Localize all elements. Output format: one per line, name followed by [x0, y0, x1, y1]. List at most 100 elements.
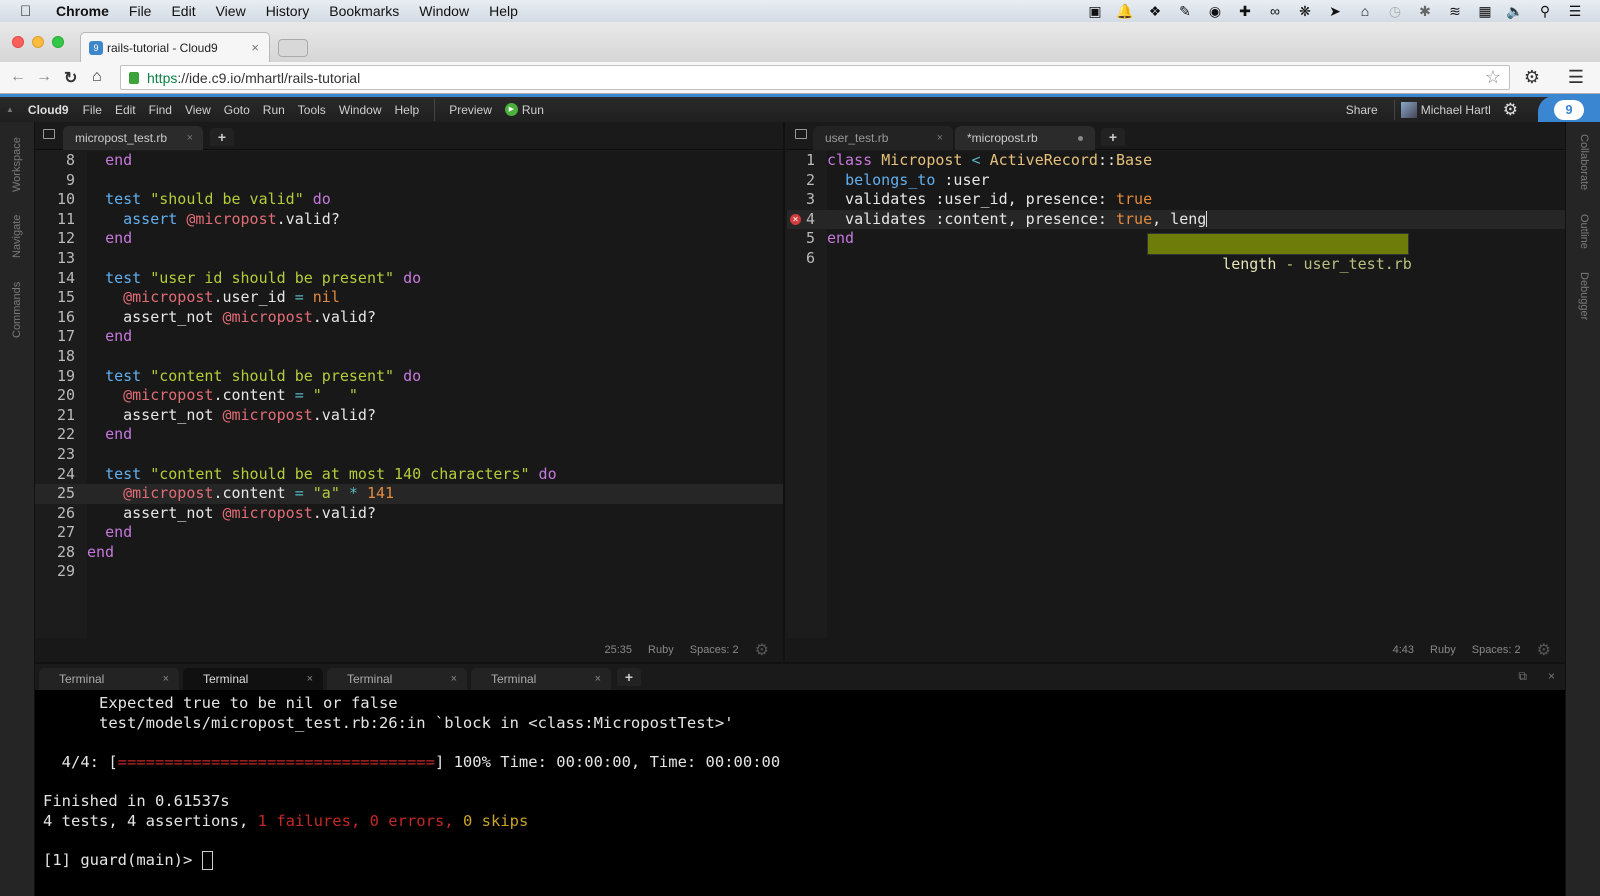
- share-button[interactable]: Share: [1346, 103, 1378, 117]
- tab-list-icon[interactable]: [795, 129, 807, 139]
- terminal-tab[interactable]: Terminal ×: [471, 668, 611, 690]
- terminal-tab-active[interactable]: Terminal ×: [183, 668, 323, 690]
- apple-icon[interactable]: : [20, 3, 38, 20]
- editor-settings-gear-icon[interactable]: ⚙: [755, 640, 769, 660]
- ide-menu-file[interactable]: File: [83, 103, 102, 117]
- code-line[interactable]: @micropost.content = " ": [87, 386, 783, 406]
- close-tab-icon[interactable]: ×: [451, 673, 457, 685]
- address-bar[interactable]: https ://ide.c9.io/mhartl/rails-tutorial…: [120, 65, 1510, 90]
- sidebar-item-workspace[interactable]: Workspace: [11, 137, 23, 192]
- bell-icon[interactable]: 🔔: [1116, 3, 1134, 20]
- cloud9-menu[interactable]: Cloud9: [28, 103, 69, 117]
- code-line[interactable]: end: [87, 327, 783, 347]
- new-tab-button[interactable]: +: [1101, 128, 1125, 146]
- home-icon[interactable]: ⌂: [1356, 3, 1374, 19]
- cursor-position[interactable]: 25:35: [605, 644, 633, 656]
- bluetooth-icon[interactable]: ✱: [1416, 3, 1434, 20]
- new-tab-button[interactable]: +: [210, 128, 234, 146]
- close-tab-icon[interactable]: ×: [307, 673, 313, 685]
- code-line[interactable]: assert_not @micropost.valid?: [87, 308, 783, 328]
- search-icon[interactable]: ⚲: [1536, 3, 1554, 20]
- tab-list-icon[interactable]: [43, 129, 55, 139]
- menu-bookmarks[interactable]: Bookmarks: [329, 3, 399, 19]
- ide-menu-goto[interactable]: Goto: [224, 103, 250, 117]
- autocomplete-suggestion[interactable]: length: [1222, 255, 1276, 273]
- code-editor[interactable]: 1 2 3 ✕ 4 5 6 class Micropost < ActiveRec…: [787, 151, 1565, 638]
- sidebar-item-debugger[interactable]: Debugger: [1578, 272, 1590, 320]
- code-line[interactable]: class Micropost < ActiveRecord::Base: [827, 151, 1565, 171]
- new-tab-button[interactable]: [278, 39, 308, 57]
- home-icon[interactable]: ⌂: [92, 68, 102, 86]
- code-line[interactable]: end: [87, 543, 783, 563]
- close-tab-icon[interactable]: ×: [595, 673, 601, 685]
- code-line[interactable]: @micropost.user_id = nil: [87, 288, 783, 308]
- preview-button[interactable]: Preview: [449, 103, 492, 117]
- zoom-window-button[interactable]: [52, 36, 64, 48]
- bowl-icon[interactable]: ◉: [1206, 3, 1224, 20]
- ide-menu-view[interactable]: View: [185, 103, 211, 117]
- ide-menu-tools[interactable]: Tools: [298, 103, 326, 117]
- terminal-tab[interactable]: Terminal ×: [39, 668, 179, 690]
- code-line[interactable]: [87, 249, 783, 269]
- code-line[interactable]: assert @micropost.valid?: [87, 210, 783, 230]
- forward-icon[interactable]: →: [36, 68, 52, 86]
- code-line[interactable]: assert_not @micropost.valid?: [87, 406, 783, 426]
- volume-icon[interactable]: 🔈: [1506, 3, 1524, 20]
- close-tab-icon[interactable]: ×: [251, 40, 259, 55]
- time-machine-icon[interactable]: ◷: [1386, 3, 1404, 20]
- terminal-prompt-line[interactable]: [1] guard(main)>: [43, 850, 1565, 871]
- code-content[interactable]: class Micropost < ActiveRecord::Base bel…: [827, 151, 1565, 638]
- code-line[interactable]: test "should be valid" do: [87, 190, 783, 210]
- bookmark-star-icon[interactable]: ☆: [1485, 67, 1501, 88]
- code-content[interactable]: end test "should be valid" do assert @mi…: [87, 151, 783, 638]
- code-line[interactable]: validates :user_id, presence: true: [827, 190, 1565, 210]
- menu-file[interactable]: File: [129, 3, 152, 19]
- menu-window[interactable]: Window: [419, 3, 469, 19]
- list-icon[interactable]: ☰: [1566, 3, 1584, 20]
- code-line[interactable]: end: [87, 151, 783, 171]
- tools-icon[interactable]: ✎: [1176, 3, 1194, 20]
- plus-icon[interactable]: ✚: [1236, 3, 1254, 20]
- ide-menu-run[interactable]: Run: [263, 103, 285, 117]
- code-line[interactable]: end: [87, 229, 783, 249]
- new-terminal-button[interactable]: +: [617, 668, 641, 686]
- code-line[interactable]: [87, 171, 783, 191]
- close-window-button[interactable]: [12, 36, 24, 48]
- ide-menu-edit[interactable]: Edit: [115, 103, 136, 117]
- dropbox-icon[interactable]: ❖: [1146, 3, 1164, 20]
- close-panel-icon[interactable]: ×: [1548, 669, 1555, 683]
- menu-app-chrome[interactable]: Chrome: [56, 3, 109, 19]
- menu-help[interactable]: Help: [489, 3, 518, 19]
- error-icon[interactable]: ✕: [790, 213, 801, 225]
- wifi-icon[interactable]: ≋: [1446, 3, 1464, 20]
- chrome-menu-icon[interactable]: ☰: [1568, 67, 1584, 88]
- menu-edit[interactable]: Edit: [171, 3, 195, 19]
- indent-setting[interactable]: Spaces: 2: [1472, 644, 1521, 656]
- reload-icon[interactable]: ↻: [64, 68, 77, 88]
- sidebar-item-collaborate[interactable]: Collaborate: [1578, 134, 1590, 190]
- browser-tab[interactable]: 9 rails-tutorial - Cloud9 ×: [80, 32, 270, 62]
- code-line[interactable]: test "content should be present" do: [87, 367, 783, 387]
- paw-icon[interactable]: ❋: [1296, 3, 1314, 20]
- sidebar-item-commands[interactable]: Commands: [11, 282, 23, 338]
- indent-setting[interactable]: Spaces: 2: [690, 644, 739, 656]
- sidebar-item-navigate[interactable]: Navigate: [11, 215, 23, 258]
- cursor-position[interactable]: 4:43: [1393, 644, 1414, 656]
- code-line[interactable]: end: [87, 425, 783, 445]
- infinity-icon[interactable]: ∞: [1266, 3, 1284, 19]
- menu-view[interactable]: View: [216, 3, 246, 19]
- close-tab-icon[interactable]: ×: [163, 673, 169, 685]
- syntax-mode[interactable]: Ruby: [1430, 644, 1456, 656]
- autocomplete-popup[interactable]: length - user_test.rb: [1147, 233, 1412, 273]
- run-button[interactable]: ▶ Run: [504, 103, 544, 117]
- code-editor[interactable]: 8 9 10 11 12 13 14 15 16 17 18 19 20 21 …: [35, 151, 783, 638]
- tab-user-test[interactable]: user_test.rb ×: [813, 126, 953, 150]
- arrow-icon[interactable]: ➤: [1326, 3, 1344, 20]
- terminal-tab[interactable]: Terminal ×: [327, 668, 467, 690]
- settings-gear-icon[interactable]: ⚙: [1503, 100, 1518, 120]
- ide-menu-window[interactable]: Window: [339, 103, 382, 117]
- extension-gear-icon[interactable]: ⚙: [1524, 67, 1540, 88]
- unsaved-dot-icon[interactable]: [1078, 136, 1083, 141]
- calendar-icon[interactable]: ▦: [1476, 3, 1494, 20]
- code-line[interactable]: belongs_to :user: [827, 171, 1565, 191]
